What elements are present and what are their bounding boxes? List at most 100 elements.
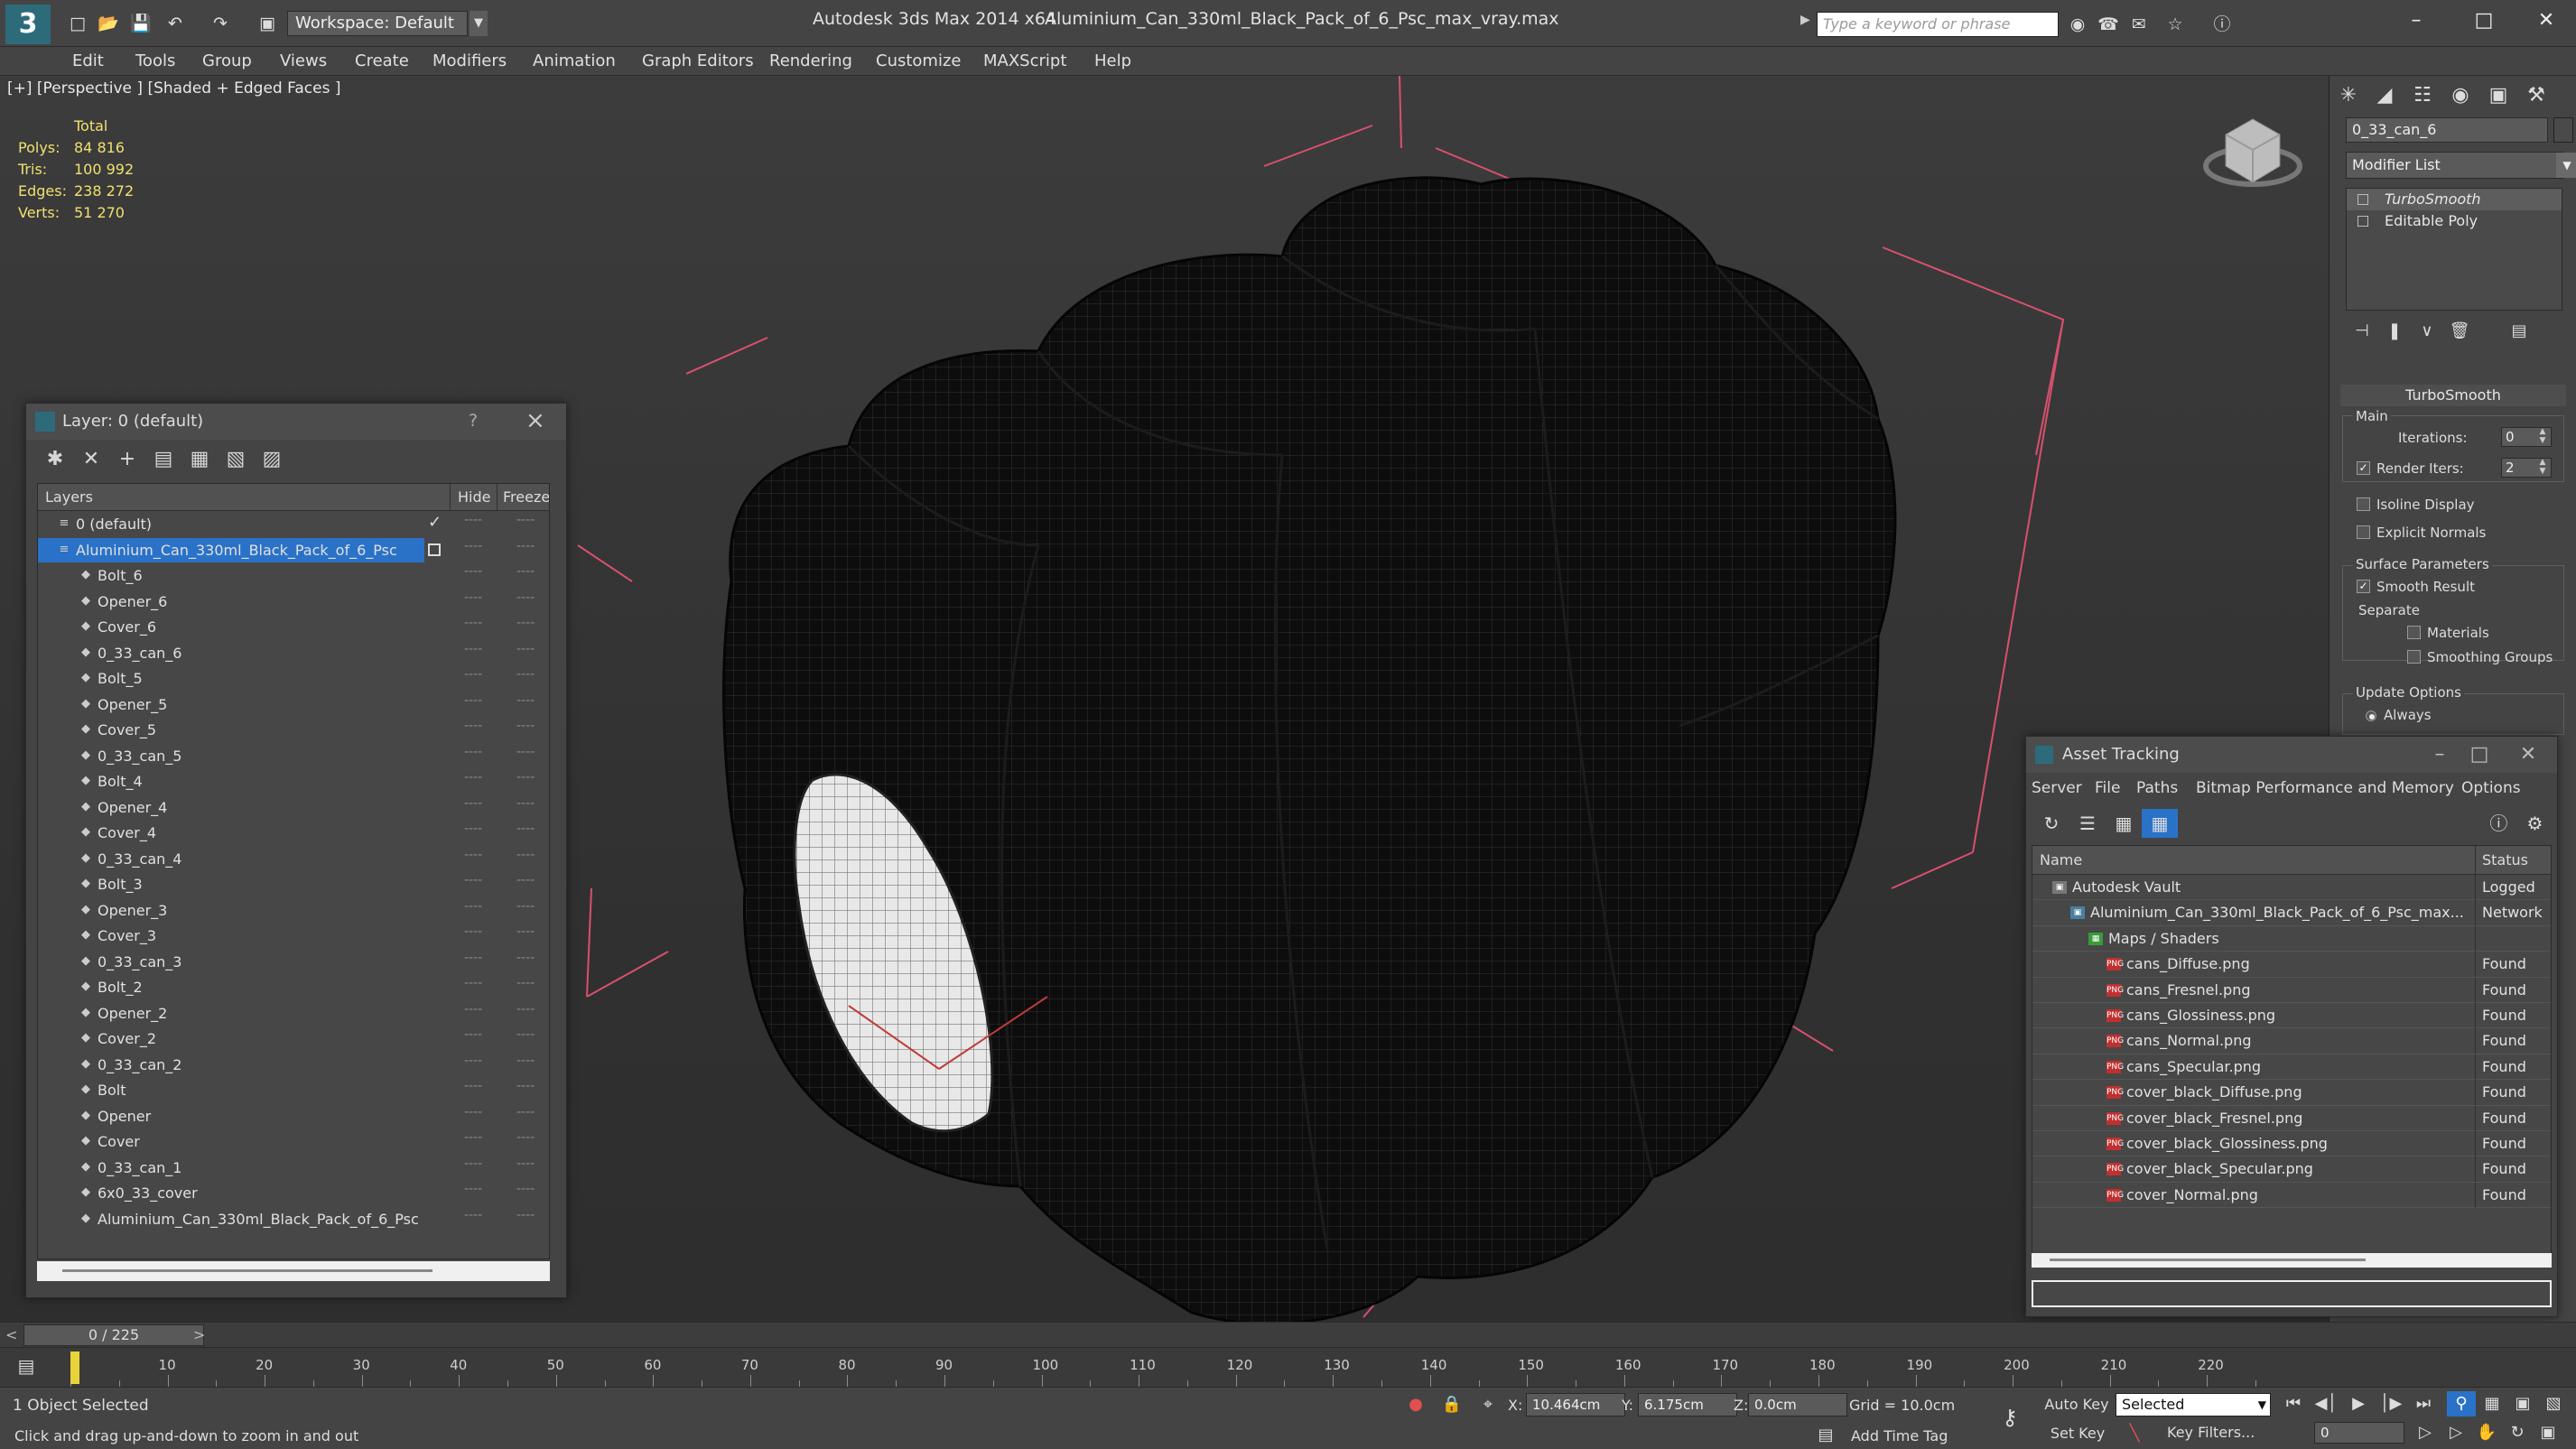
zoom-all-icon[interactable]: ▦ [2478, 1391, 2506, 1416]
layer-row[interactable]: ◆ Cover ---- ---- [38, 1129, 549, 1155]
layer-row[interactable]: ◆ Cover_5 ---- ---- [38, 717, 549, 743]
layer-name-cell[interactable]: ◆ Opener_6 [38, 590, 424, 614]
key-filters-button[interactable]: Key Filters... [2167, 1424, 2255, 1441]
field-of-view-icon[interactable]: ▷ [2441, 1420, 2470, 1445]
menu-group[interactable]: Group [202, 51, 252, 70]
asset-help-icon[interactable]: ⓘ [2480, 809, 2516, 838]
layer-freeze-toggle[interactable]: ---- [516, 1182, 535, 1196]
next-frame-icon[interactable]: │▶ [2376, 1391, 2405, 1416]
layer-name-cell[interactable]: ◆ Opener_5 [38, 692, 424, 717]
layer-freeze-toggle[interactable]: ---- [516, 1130, 535, 1145]
subscription-icon[interactable]: ☎ [2095, 12, 2122, 37]
layer-row[interactable]: ◆ Bolt ---- ---- [38, 1077, 549, 1103]
asset-row[interactable]: PNG cans_Glossiness.png Found [2032, 1002, 2551, 1029]
layer-row[interactable]: ◆ Aluminium_Can_330ml_Black_Pack_of_6_Psc… [38, 1206, 549, 1232]
plus-expand-icon[interactable] [2357, 216, 2368, 227]
asset-menu-file[interactable]: File [2095, 779, 2120, 797]
menu-help[interactable]: Help [1094, 51, 1131, 70]
time-slider-thumb[interactable]: 0 / 225 [23, 1324, 204, 1346]
time-slider[interactable]: < 0 / 225 > [0, 1322, 2576, 1347]
asset-row[interactable]: PNG cans_Normal.png Found [2032, 1028, 2551, 1054]
explicit-normals-checkbox[interactable] [2357, 525, 2370, 539]
remove-modifier-icon[interactable]: 🗑 [2443, 318, 2476, 345]
asset-row[interactable]: PNG cover_black_Fresnel.png Found [2032, 1105, 2551, 1131]
isolate-selection-icon[interactable]: ● [1403, 1393, 1428, 1416]
asset-horizontal-scrollbar[interactable] [2032, 1253, 2552, 1268]
favorites-star-icon[interactable]: ☆ [2162, 12, 2189, 37]
layer-name-cell[interactable]: ◆ 0_33_can_4 [38, 847, 424, 871]
materials-checkbox[interactable] [2407, 626, 2421, 639]
set-current-layer-box-icon[interactable] [428, 543, 441, 556]
asset-row[interactable]: PNG cans_Specular.png Found [2032, 1054, 2551, 1081]
layer-name-cell[interactable]: ◆ 0_33_can_6 [38, 641, 424, 665]
layer-row[interactable]: ◆ Opener_5 ---- ---- [38, 692, 549, 718]
project-folder-icon[interactable]: ▣ [255, 12, 280, 35]
table-view-icon[interactable]: ▦ [2106, 809, 2142, 838]
asset-row[interactable]: PNG cover_Normal.png Found [2032, 1182, 2551, 1209]
asset-row[interactable]: ▣ Autodesk Vault Logged [2032, 875, 2551, 901]
layer-freeze-toggle[interactable]: ---- [516, 745, 535, 759]
asset-row[interactable]: PNG cans_Fresnel.png Found [2032, 977, 2551, 1003]
asset-menu-server[interactable]: Server [2032, 779, 2082, 797]
asset-row[interactable]: PNG cover_black_Diffuse.png Found [2032, 1080, 2551, 1106]
layer-scroll-thumb[interactable] [62, 1269, 432, 1272]
layer-name-cell[interactable]: ◆ Bolt_5 [38, 666, 424, 691]
layer-row[interactable]: ◆ 0_33_can_3 ---- ---- [38, 949, 549, 975]
layer-freeze-toggle[interactable]: ---- [516, 693, 535, 708]
keyword-search-input[interactable]: Type a keyword or phrase [1817, 12, 2059, 37]
layer-horizontal-scrollbar[interactable] [37, 1261, 550, 1281]
asset-row[interactable]: PNG cover_black_Glossiness.png Found [2032, 1130, 2551, 1157]
always-radio[interactable] [2366, 711, 2376, 721]
layer-row[interactable]: ◆ Opener_2 ---- ---- [38, 1000, 549, 1026]
utilities-tab-icon[interactable]: ⚒ [2519, 79, 2553, 113]
search-expand-icon[interactable]: ▶ [1800, 13, 1810, 27]
layer-row[interactable]: ◆ Bolt_2 ---- ---- [38, 974, 549, 1000]
layer-name-cell[interactable]: ≡ Aluminium_Can_330ml_Black_Pack_of_6_Psc [38, 537, 424, 562]
layer-hide-toggle[interactable]: ---- [464, 539, 482, 553]
object-name-field[interactable]: 0_33_can_6 [2346, 117, 2548, 143]
chevron-down-icon[interactable]: ▼ [2258, 1394, 2266, 1416]
isoline-display-checkbox[interactable] [2357, 497, 2370, 511]
layer-row[interactable]: ◆ Bolt_4 ---- ---- [38, 768, 549, 794]
layer-hide-toggle[interactable]: ---- [464, 796, 482, 811]
asset-settings-icon[interactable]: ⚙ [2516, 809, 2553, 838]
asset-menu-bitmap[interactable]: Bitmap Performance and Memory [2196, 779, 2454, 797]
layer-name-cell[interactable]: ◆ Opener_4 [38, 795, 424, 820]
layer-hide-toggle[interactable]: ---- [464, 719, 482, 733]
layer-row[interactable]: ◆ Opener_3 ---- ---- [38, 897, 549, 924]
layer-hide-toggle[interactable]: ---- [464, 951, 482, 965]
frame-ruler[interactable]: 10 20 30 40 50 60 70 80 90 100 110 120 130 140 150 160 1… [70, 1348, 2256, 1388]
layer-hide-toggle[interactable]: ---- [464, 822, 482, 836]
open-file-icon[interactable]: 📂 [96, 12, 121, 35]
pin-stack-icon[interactable]: ⊣ [2346, 318, 2378, 345]
show-end-result-icon[interactable]: ❚ [2378, 318, 2411, 345]
layer-hide-toggle[interactable]: ---- [464, 1130, 482, 1145]
layer-name-cell[interactable]: ◆ Cover [38, 1129, 424, 1154]
current-frame-field[interactable]: 0 [2314, 1422, 2404, 1444]
asset-row[interactable]: ▣ Aluminium_Can_330ml_Black_Pack_of_6_Psc… [2032, 900, 2551, 926]
time-config-icon[interactable]: ▷ [2411, 1420, 2440, 1445]
close-icon[interactable]: ✕ [2528, 5, 2564, 36]
iterations-spinner-arrows-icon[interactable]: ▲ ▼ [2537, 427, 2548, 447]
z-coord-field[interactable]: 0.0cm [1748, 1393, 1847, 1416]
create-tab-icon[interactable]: ✳ [2331, 79, 2366, 113]
col-freeze[interactable]: Freeze [503, 488, 549, 506]
layer-freeze-toggle[interactable]: ---- [516, 899, 535, 914]
mini-curve-editor-icon[interactable]: ▤ [13, 1355, 40, 1379]
layer-row[interactable]: ◆ Bolt_3 ---- ---- [38, 871, 549, 897]
add-time-tag[interactable]: Add Time Tag [1851, 1427, 1948, 1444]
layer-hide-toggle[interactable]: ---- [464, 770, 482, 785]
layer-name-cell[interactable]: ◆ 0_33_can_1 [38, 1156, 424, 1180]
layer-hide-toggle[interactable]: ---- [464, 899, 482, 914]
workspace-dropdown-arrow-icon[interactable]: ▼ [470, 11, 488, 36]
minimize-icon[interactable]: – [2425, 740, 2454, 769]
layer-name-cell[interactable]: ◆ Bolt_4 [38, 769, 424, 794]
menu-tools[interactable]: Tools [135, 51, 175, 70]
maximize-icon[interactable]: □ [2466, 5, 2502, 36]
y-coord-field[interactable]: 6.175cm [1638, 1393, 1737, 1416]
key-icon[interactable]: ⚷ [1997, 1406, 2023, 1429]
create-layer-icon[interactable]: ✱ [37, 443, 73, 476]
zoom-icon[interactable]: ⚲ [2447, 1391, 2476, 1416]
layer-freeze-toggle[interactable]: ---- [516, 1027, 535, 1042]
layer-name-cell[interactable]: ◆ Opener_3 [38, 898, 424, 923]
